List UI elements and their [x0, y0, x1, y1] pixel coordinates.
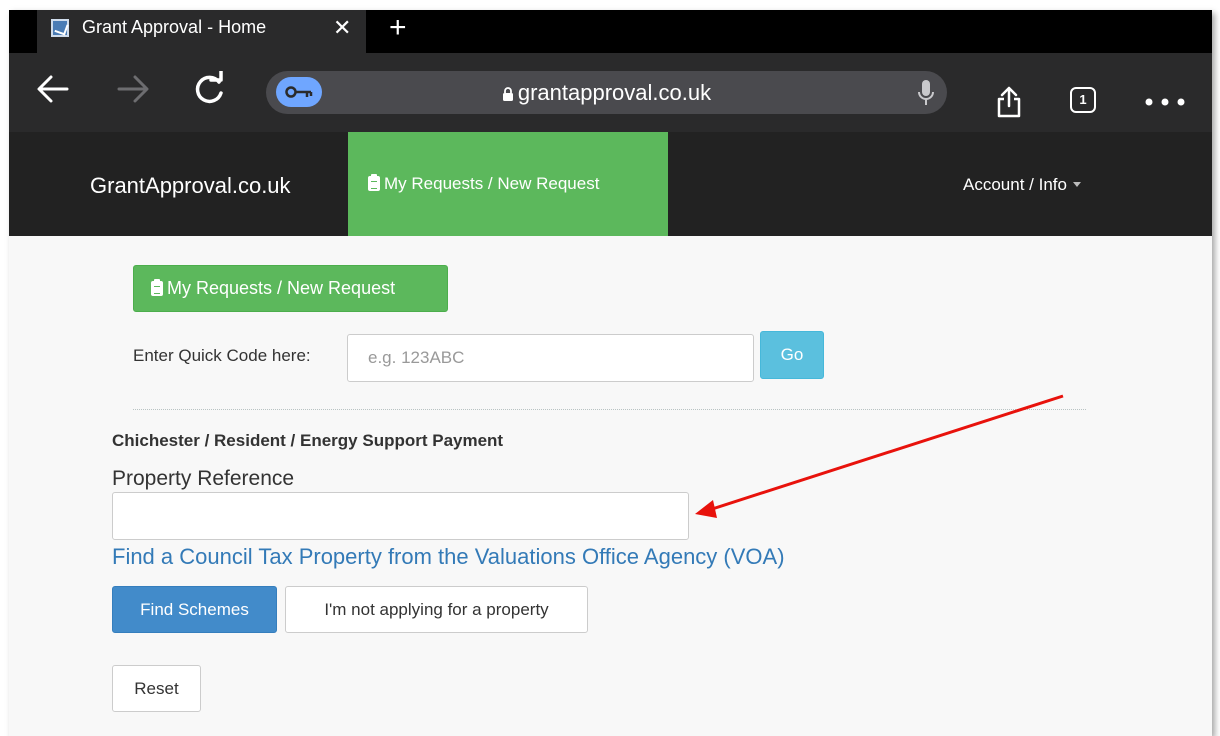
voa-link[interactable]: Find a Council Tax Property from the Val… — [112, 544, 785, 570]
tab-count-icon[interactable]: 1 — [1070, 87, 1096, 113]
my-requests-button[interactable]: My Requests / New Request — [133, 265, 448, 312]
reload-icon[interactable] — [192, 69, 228, 116]
clipboard-icon — [368, 174, 380, 191]
url-text: grantapproval.co.uk — [517, 80, 712, 105]
lock-icon — [502, 87, 513, 101]
new-tab-icon[interactable]: + — [389, 10, 407, 46]
back-arrow-icon[interactable] — [35, 71, 71, 116]
microphone-icon[interactable] — [918, 80, 934, 111]
more-options-icon[interactable] — [1144, 83, 1188, 114]
quick-code-label: Enter Quick Code here: — [133, 346, 311, 365]
browser-toolbar: grantapproval.co.uk 1 — [9, 53, 1212, 132]
scheme-title: Chichester / Resident / Energy Support P… — [112, 431, 504, 450]
url-display: grantapproval.co.uk — [266, 80, 947, 106]
reset-button[interactable]: Reset — [112, 665, 201, 712]
my-requests-label: My Requests / New Request — [167, 278, 396, 298]
property-reference-label: Property Reference — [112, 467, 295, 490]
clipboard-icon — [151, 279, 163, 296]
site-brand[interactable]: GrantApproval.co.uk — [90, 173, 291, 199]
browser-window: Grant Approval - Home ✕ + grantapproval.… — [9, 10, 1212, 736]
address-bar[interactable]: grantapproval.co.uk — [266, 71, 947, 114]
nav-item-label: My Requests / New Request — [384, 174, 600, 193]
site-navbar: GrantApproval.co.uk My Requests / New Re… — [9, 132, 1212, 236]
nav-item-my-requests[interactable]: My Requests / New Request — [348, 132, 668, 236]
not-applying-property-button[interactable]: I'm not applying for a property — [285, 586, 588, 633]
close-tab-icon[interactable]: ✕ — [333, 15, 351, 41]
property-reference-input[interactable] — [112, 492, 689, 540]
tab-title: Grant Approval - Home — [82, 17, 267, 37]
divider — [133, 409, 1086, 410]
tab-strip: Grant Approval - Home ✕ + — [9, 10, 1212, 53]
caret-down-icon — [1072, 182, 1081, 187]
browser-tab[interactable]: Grant Approval - Home ✕ — [37, 10, 366, 53]
find-schemes-button[interactable]: Find Schemes — [112, 586, 277, 633]
forward-arrow-icon[interactable] — [115, 71, 151, 116]
favicon-icon — [51, 19, 69, 37]
account-dropdown[interactable]: Account / Info — [963, 175, 1081, 195]
quick-code-input[interactable] — [347, 334, 754, 382]
account-label: Account / Info — [963, 175, 1067, 194]
go-button[interactable]: Go — [760, 331, 824, 379]
share-icon[interactable] — [996, 86, 1022, 123]
